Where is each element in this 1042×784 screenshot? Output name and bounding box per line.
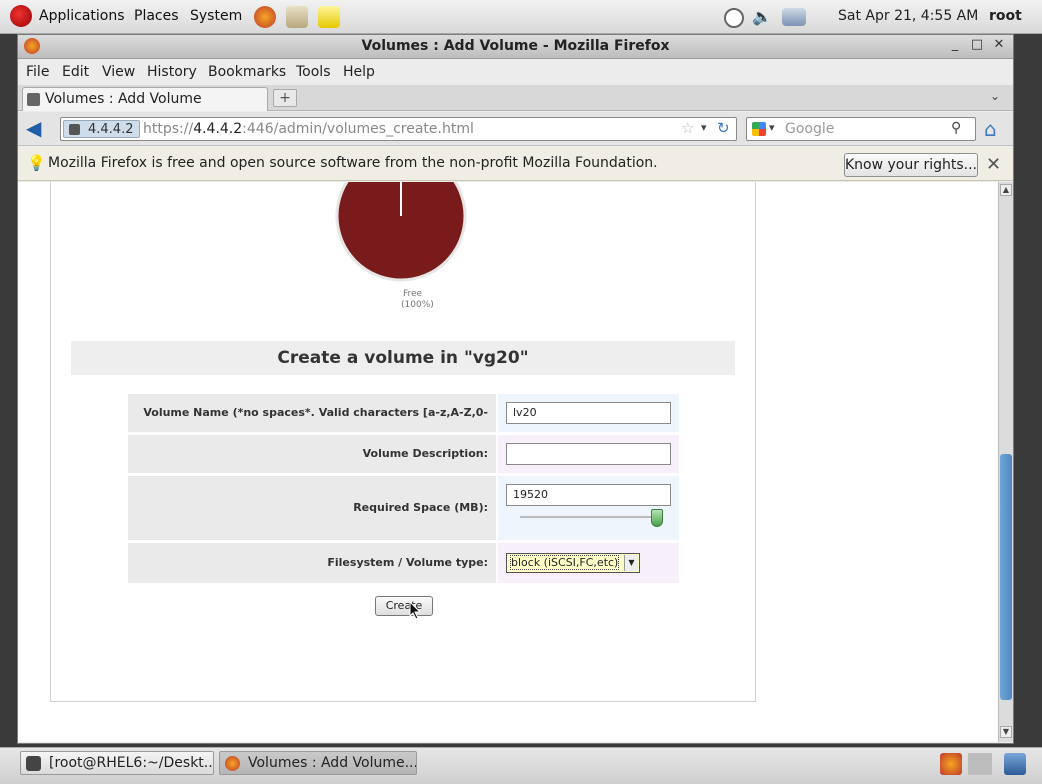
notification-text: Mozilla Firefox is free and open source … xyxy=(48,155,658,171)
scroll-down-arrow[interactable]: ▼ xyxy=(1000,726,1012,738)
filesystem-type-value: block (iSCSI,FC,etc) xyxy=(509,555,620,570)
google-engine-icon[interactable] xyxy=(752,122,766,136)
volume-name-cell: lv20 xyxy=(498,394,679,432)
network-monitor-icon[interactable] xyxy=(724,8,744,28)
menu-bookmarks[interactable]: Bookmarks xyxy=(208,64,286,80)
back-button[interactable]: ◀ xyxy=(26,118,50,140)
firefox-window: Volumes : Add Volume - Mozilla Firefox _… xyxy=(17,34,1014,744)
reload-icon[interactable]: ↻ xyxy=(717,119,730,137)
site-identity-icon xyxy=(69,124,80,135)
site-identity-button[interactable]: 4.4.4.2 xyxy=(63,120,141,138)
pie-label-percent: (100%) xyxy=(401,300,434,310)
top-panel: Applications Places System 🔈 Sat Apr 21,… xyxy=(0,0,1042,34)
mouse-cursor-icon xyxy=(409,601,422,620)
section-title: Create a volume in "vg20" xyxy=(277,348,529,368)
required-space-cell: 19520 xyxy=(498,476,679,540)
places-menu[interactable]: Places xyxy=(134,8,179,24)
network-icon[interactable] xyxy=(782,8,806,26)
navigation-bar: ◀ 4.4.4.2 https://4.4.4.2:446/admin/volu… xyxy=(18,112,1013,146)
vertical-scrollbar[interactable]: ▲ ▼ xyxy=(998,182,1013,742)
tab-label: Volumes : Add Volume xyxy=(45,91,202,107)
new-tab-button[interactable]: + xyxy=(273,89,297,107)
clock[interactable]: Sat Apr 21, 4:55 AM xyxy=(838,8,978,24)
site-identity-label: 4.4.4.2 xyxy=(88,122,134,137)
lightbulb-icon: 💡 xyxy=(27,154,46,172)
notification-bar: 💡 Mozilla Firefox is free and open sourc… xyxy=(18,147,1013,181)
filesystem-type-select[interactable]: block (iSCSI,FC,etc) ▼ xyxy=(506,553,640,573)
notes-launcher-icon[interactable] xyxy=(318,6,340,28)
filesystem-type-label: Filesystem / Volume type: xyxy=(128,543,496,583)
volume-icon[interactable]: 🔈 xyxy=(752,7,772,26)
volume-name-input[interactable]: lv20 xyxy=(506,402,671,424)
required-space-input[interactable]: 19520 xyxy=(506,484,671,506)
tray-firefox-icon[interactable] xyxy=(940,753,962,775)
url-prefix: https:// xyxy=(143,121,194,137)
url-dropdown-icon[interactable]: ▾ xyxy=(701,121,707,134)
terminal-icon xyxy=(26,756,41,771)
mail-launcher-icon[interactable] xyxy=(286,6,308,28)
menu-tools[interactable]: Tools xyxy=(296,64,331,80)
slider-handle[interactable] xyxy=(651,509,663,527)
filesystem-type-cell: block (iSCSI,FC,etc) ▼ xyxy=(498,543,679,583)
search-bar[interactable]: ▾ Google ⚲ xyxy=(746,117,976,141)
list-all-tabs-icon[interactable]: ⌄ xyxy=(990,89,1000,103)
menu-edit[interactable]: Edit xyxy=(62,64,89,80)
search-placeholder: Google xyxy=(785,121,835,137)
system-menu[interactable]: System xyxy=(190,8,242,24)
applications-menu[interactable]: Applications xyxy=(39,8,125,24)
content-panel: Free (100%) Create a volume in "vg20" Vo… xyxy=(50,182,756,702)
menu-history[interactable]: History xyxy=(147,64,197,80)
home-icon[interactable]: ⌂ xyxy=(984,117,997,141)
url-bar[interactable]: 4.4.4.2 https://4.4.4.2:446/admin/volume… xyxy=(60,117,737,141)
minimize-button[interactable]: _ xyxy=(946,37,964,55)
close-window-button[interactable]: ✕ xyxy=(990,37,1008,55)
pie-legend: Free (100%) xyxy=(401,289,434,311)
tab-volumes-add[interactable]: Volumes : Add Volume xyxy=(22,87,268,111)
volume-description-cell xyxy=(498,435,679,473)
close-notification-icon[interactable]: ✕ xyxy=(986,154,1001,175)
menu-bar: File Edit View History Bookmarks Tools H… xyxy=(18,60,1013,84)
volume-name-label: Volume Name (*no spaces*. Valid characte… xyxy=(128,394,496,457)
menu-view[interactable]: View xyxy=(102,64,135,80)
menu-help[interactable]: Help xyxy=(343,64,375,80)
user-name[interactable]: root xyxy=(989,8,1022,24)
url-text[interactable]: https://4.4.4.2:446/admin/volumes_create… xyxy=(143,121,474,137)
engine-dropdown-icon[interactable]: ▾ xyxy=(769,121,775,134)
redhat-logo-icon[interactable] xyxy=(10,5,32,27)
title-bar[interactable]: Volumes : Add Volume - Mozilla Firefox _… xyxy=(18,35,1013,59)
page-viewport: Free (100%) Create a volume in "vg20" Vo… xyxy=(18,182,998,742)
taskbar-terminal[interactable]: [root@RHEL6:~/Deskt... xyxy=(20,751,214,775)
menu-file[interactable]: File xyxy=(26,64,49,80)
taskbar-firefox-label: Volumes : Add Volume... xyxy=(248,755,417,771)
maximize-button[interactable]: □ xyxy=(968,37,986,55)
bookmark-star-icon[interactable]: ☆ xyxy=(681,119,694,137)
taskbar-firefox[interactable]: Volumes : Add Volume... xyxy=(219,751,417,775)
required-space-label: Required Space (MB): xyxy=(128,476,496,540)
url-path: :446/admin/volumes_create.html xyxy=(242,121,474,137)
required-space-slider[interactable] xyxy=(520,516,660,518)
workspace-switcher[interactable] xyxy=(968,753,992,775)
page-favicon-icon xyxy=(27,93,40,106)
firefox-task-icon xyxy=(225,756,240,771)
bottom-panel: [root@RHEL6:~/Deskt... Volumes : Add Vol… xyxy=(0,747,1042,784)
scroll-thumb[interactable] xyxy=(1000,454,1012,700)
volume-description-label: Volume Description: xyxy=(128,435,496,473)
window-title: Volumes : Add Volume - Mozilla Firefox xyxy=(361,38,670,54)
section-header: Create a volume in "vg20" xyxy=(71,341,735,375)
free-space-pie-chart xyxy=(335,182,467,282)
search-go-icon[interactable]: ⚲ xyxy=(951,120,961,136)
scroll-up-arrow[interactable]: ▲ xyxy=(1000,184,1012,196)
firefox-launcher-icon[interactable] xyxy=(254,6,276,28)
create-button[interactable]: Create xyxy=(375,596,433,616)
pie-label-free: Free xyxy=(403,289,423,299)
know-your-rights-button[interactable]: Know your rights... xyxy=(844,153,978,177)
volume-description-input[interactable] xyxy=(506,443,671,465)
taskbar-terminal-label: [root@RHEL6:~/Deskt... xyxy=(49,755,214,771)
trash-icon[interactable] xyxy=(1004,753,1026,775)
url-host: 4.4.4.2 xyxy=(193,121,243,137)
tab-bar: Volumes : Add Volume + ⌄ xyxy=(18,85,1013,111)
select-dropdown-icon[interactable]: ▼ xyxy=(624,555,638,571)
